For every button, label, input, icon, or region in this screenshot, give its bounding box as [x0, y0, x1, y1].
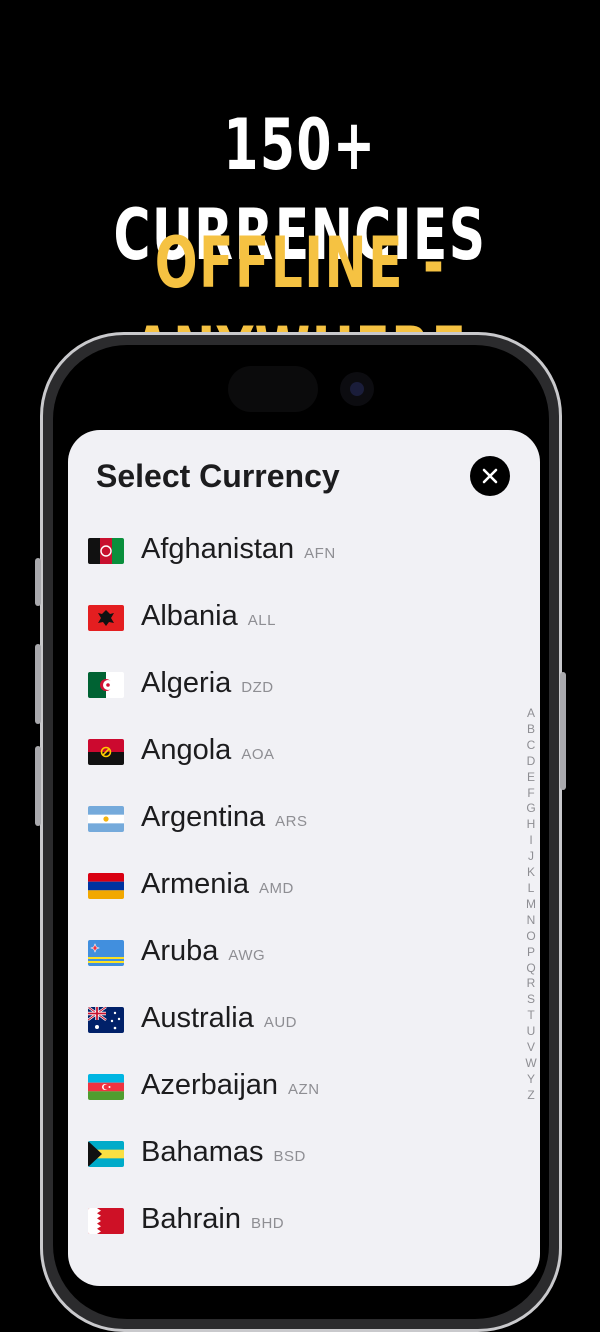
albania-flag-icon — [88, 605, 124, 631]
index-letter[interactable]: F — [522, 786, 540, 802]
index-letter[interactable]: T — [522, 1008, 540, 1024]
afghanistan-flag-icon — [88, 538, 124, 564]
index-letter[interactable]: Z — [522, 1088, 540, 1104]
currency-code: AMD — [259, 879, 294, 897]
sheet-title: Select Currency — [96, 458, 340, 494]
currency-code: BSD — [273, 1147, 306, 1165]
currency-row-armenia[interactable]: Armenia AMD — [68, 856, 518, 916]
australia-flag-icon — [88, 1007, 124, 1033]
bahrain-flag-icon — [88, 1208, 124, 1234]
power-button — [560, 672, 566, 790]
index-letter[interactable]: U — [522, 1024, 540, 1040]
currency-code: AZN — [288, 1080, 320, 1098]
index-letter[interactable]: B — [522, 722, 540, 738]
currency-row-azerbaijan[interactable]: Azerbaijan AZN — [68, 1057, 518, 1117]
currency-code: AWG — [228, 946, 266, 964]
index-letter[interactable]: H — [522, 817, 540, 833]
index-letter[interactable]: V — [522, 1040, 540, 1056]
currency-code: AUD — [263, 1013, 297, 1031]
currency-row-albania[interactable]: Albania ALL — [68, 588, 518, 648]
index-letter[interactable]: L — [522, 881, 540, 897]
currency-code: AFN — [304, 544, 336, 562]
camera-icon — [340, 372, 374, 406]
currency-name: Azerbaijan — [141, 1068, 279, 1101]
currency-row-argentina[interactable]: Argentina ARS — [68, 789, 518, 849]
index-letter[interactable]: Y — [522, 1072, 540, 1088]
currency-row-afghanistan[interactable]: Afghanistan AFN — [68, 521, 518, 581]
index-letter[interactable]: E — [522, 770, 540, 786]
currency-row-angola[interactable]: Angola AOA — [68, 722, 518, 782]
index-letter[interactable]: J — [522, 849, 540, 865]
currency-name: Aruba — [141, 934, 219, 967]
currency-name: Algeria — [141, 666, 232, 699]
currency-name: Bahamas — [141, 1135, 264, 1168]
volume-down-button — [35, 746, 41, 826]
volume-up-button — [35, 644, 41, 724]
currency-name: Afghanistan — [141, 532, 295, 565]
currency-code: BHD — [250, 1214, 285, 1232]
currency-code: DZD — [241, 678, 274, 696]
currency-code: ALL — [247, 611, 276, 629]
index-letter[interactable]: S — [522, 992, 540, 1008]
currency-row-algeria[interactable]: Algeria DZD — [68, 655, 518, 715]
algeria-flag-icon — [88, 672, 124, 698]
index-letter[interactable]: D — [522, 754, 540, 770]
armenia-flag-icon — [88, 873, 124, 899]
currency-name: Albania — [141, 599, 238, 632]
index-letter[interactable]: K — [522, 865, 540, 881]
currency-name: Bahrain — [141, 1202, 241, 1235]
aruba-flag-icon — [88, 940, 124, 966]
currency-row-bahrain[interactable]: Bahrain BHD — [68, 1191, 518, 1251]
close-icon — [482, 468, 498, 484]
currency-name: Australia — [141, 1001, 254, 1034]
currency-row-bahamas[interactable]: Bahamas BSD — [68, 1124, 518, 1184]
index-letter[interactable]: G — [522, 801, 540, 817]
currency-row-australia[interactable]: Australia AUD — [68, 990, 518, 1050]
index-letter[interactable]: P — [522, 945, 540, 961]
currency-sheet: Select Currency Afghanistan AFN Albania AL… — [68, 430, 540, 1286]
dynamic-island — [228, 366, 318, 412]
bahamas-flag-icon — [88, 1141, 124, 1167]
angola-flag-icon — [88, 739, 124, 765]
index-letter[interactable]: C — [522, 738, 540, 754]
index-letter[interactable]: Q — [522, 961, 540, 977]
index-letter[interactable]: N — [522, 913, 540, 929]
action-button — [35, 558, 41, 606]
index-letter[interactable]: I — [522, 833, 540, 849]
currency-code: ARS — [275, 812, 308, 830]
argentina-flag-icon — [88, 806, 124, 832]
currency-name: Armenia — [141, 867, 249, 900]
index-letter[interactable]: A — [522, 706, 540, 722]
close-button[interactable] — [470, 456, 510, 496]
currency-code: AOA — [241, 745, 275, 763]
index-letter[interactable]: W — [522, 1056, 540, 1072]
index-letter[interactable]: O — [522, 929, 540, 945]
currency-name: Angola — [141, 733, 232, 766]
azerbaijan-flag-icon — [88, 1074, 124, 1100]
currency-row-aruba[interactable]: Aruba AWG — [68, 923, 518, 983]
index-letter[interactable]: M — [522, 897, 540, 913]
currency-name: Argentina — [141, 800, 266, 833]
alphabet-index[interactable]: A B C D E F G H I J K L M N O P Q R S T … — [522, 706, 540, 1104]
index-letter[interactable]: R — [522, 976, 540, 992]
